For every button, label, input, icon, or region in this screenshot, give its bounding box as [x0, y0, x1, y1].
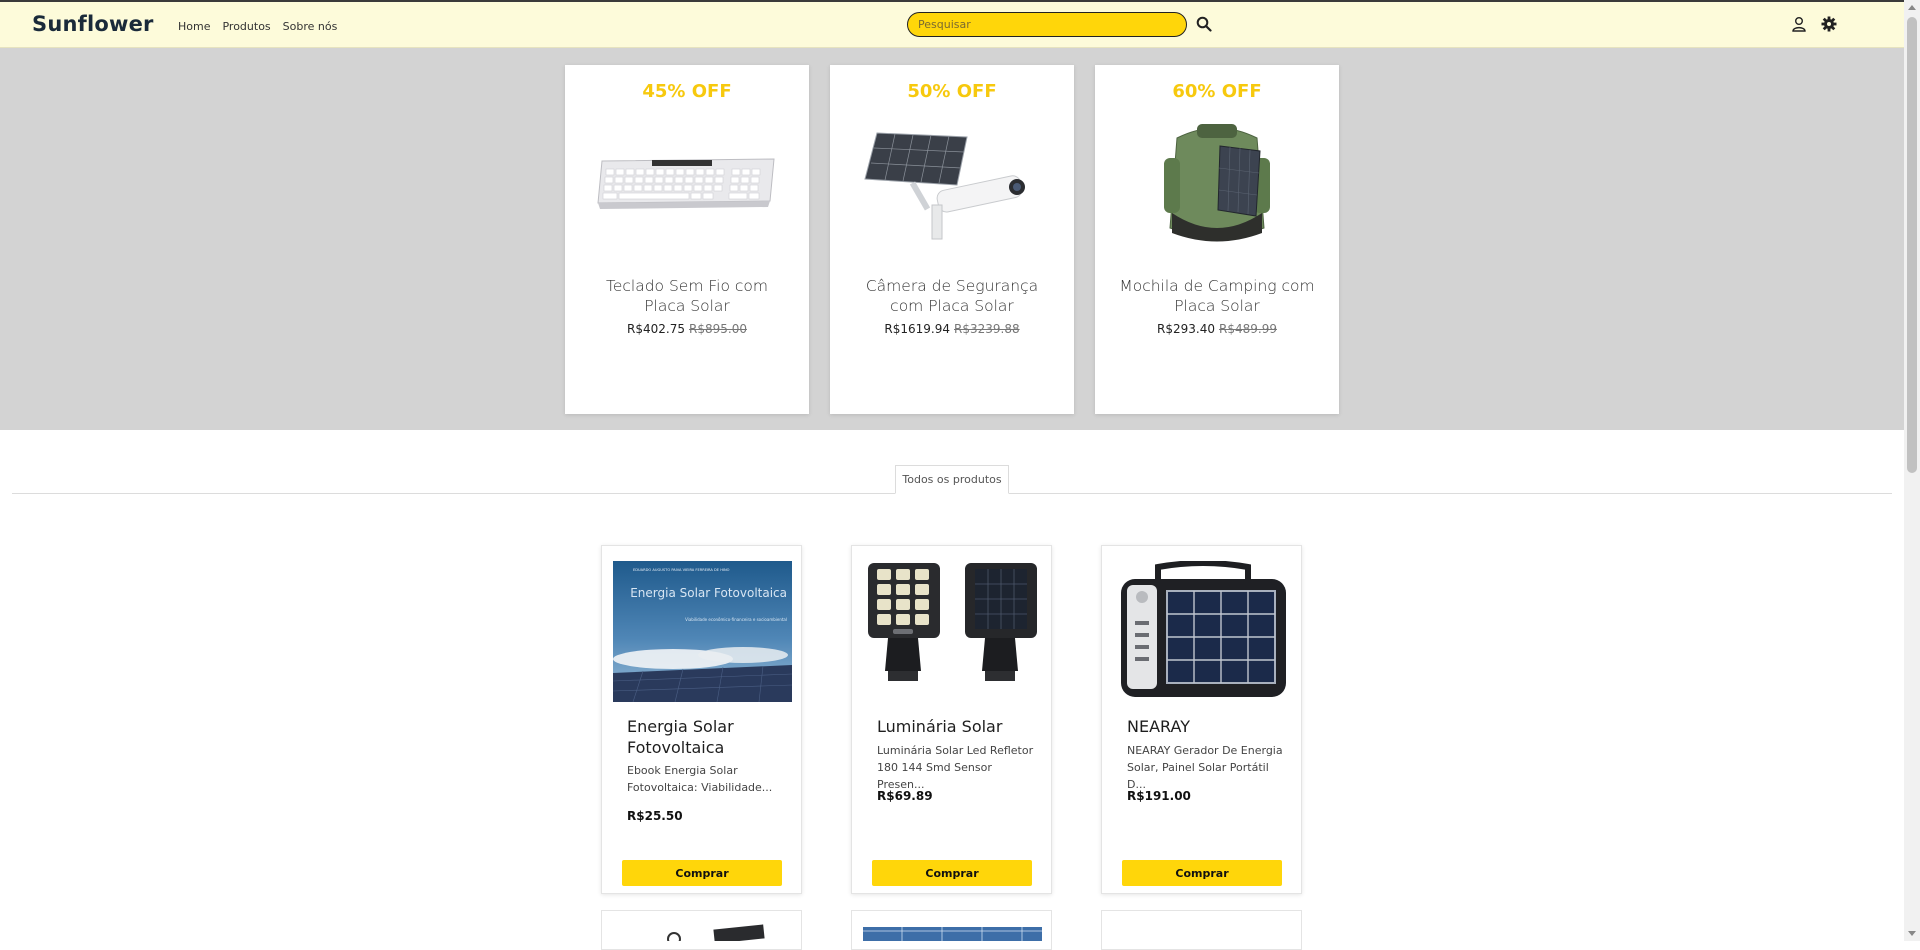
solar-lamp-image	[863, 561, 1042, 702]
product-card-partial	[851, 910, 1052, 950]
ebook-cover-image: EDUARDO AUGUSTO PAIVA VIEIRA FERREIRA DE…	[613, 561, 792, 702]
product-title: NEARAY	[1127, 717, 1190, 736]
discount-label: 60% OFF	[1172, 81, 1262, 102]
product-description: Ebook Energia Solar Fotovoltaica: Viabil…	[627, 764, 773, 794]
nav-link-home[interactable]: Home	[178, 20, 210, 33]
promo-price: R$1619.94	[884, 322, 950, 336]
promo-price: R$293.40	[1157, 322, 1215, 336]
product-title: Energia Solar Fotovoltaica	[627, 717, 734, 757]
product-card: Luminária Solar Luminária Solar Led Refl…	[851, 545, 1052, 894]
product-description: Luminária Solar Led Refletor 180 144 Smd…	[877, 744, 1034, 791]
tab-all-products[interactable]: Todos os produtos	[895, 465, 1009, 494]
product-description: NEARAY Gerador De Energia Solar, Painel …	[1127, 744, 1283, 791]
product-card: NEARAY NEARAY Gerador De Energia Solar, …	[1101, 545, 1302, 894]
promo-product-name: Teclado Sem Fio com Placa Solar	[606, 277, 768, 315]
ebook-cover-title: Energia Solar Fotovoltaica	[630, 586, 787, 600]
page-scrollbar[interactable]	[1904, 0, 1920, 941]
backpack-image	[1095, 108, 1339, 258]
promo-card[interactable]: 45% OFF Teclado Sem Fio com Placa Solar …	[565, 65, 809, 414]
promo-banner: 45% OFF Teclado Sem Fio com Placa Solar …	[0, 48, 1904, 430]
promo-price: R$402.75	[627, 322, 685, 336]
buy-button[interactable]: Comprar	[622, 860, 782, 886]
scrollbar-thumb[interactable]	[1907, 17, 1917, 473]
user-icon[interactable]	[1791, 16, 1807, 36]
promo-prices: R$1619.94 R$3239.88	[830, 322, 1074, 336]
ebook-cover-subtitle: Viabilidade econômico-financeira e socio…	[685, 617, 787, 622]
discount-label: 45% OFF	[642, 81, 732, 102]
buy-button[interactable]: Comprar	[872, 860, 1032, 886]
promo-prices: R$293.40 R$489.99	[1095, 322, 1339, 336]
product-card-partial	[1101, 910, 1302, 950]
search-icon[interactable]	[1196, 16, 1212, 36]
discount-label: 50% OFF	[907, 81, 997, 102]
scroll-up-arrow[interactable]	[1908, 5, 1916, 10]
product-card-partial	[601, 910, 802, 950]
promo-product-name: Mochila de Camping com Placa Solar	[1119, 277, 1315, 315]
scroll-down-arrow[interactable]	[1908, 931, 1916, 936]
promo-old-price: R$895.00	[689, 322, 747, 336]
navbar: Sunflower Home Produtos Sobre nós	[0, 2, 1904, 48]
promo-product-name: Câmera de Segurança com Placa Solar	[865, 277, 1039, 315]
product-price: R$191.00	[1127, 789, 1191, 803]
promo-old-price: R$489.99	[1219, 322, 1277, 336]
buy-button[interactable]: Comprar	[1122, 860, 1282, 886]
nav-link-sobre[interactable]: Sobre nós	[283, 20, 338, 33]
product-price: R$69.89	[877, 789, 933, 803]
ebook-cover-author: EDUARDO AUGUSTO PAIVA VIEIRA FERREIRA DE…	[633, 568, 730, 572]
solar-generator-image	[1113, 561, 1292, 702]
product-title: Luminária Solar	[877, 717, 1003, 736]
product-price: R$25.50	[627, 809, 683, 823]
promo-old-price: R$3239.88	[954, 322, 1020, 336]
promo-prices: R$402.75 R$895.00	[565, 322, 809, 336]
nav-links: Home Produtos Sobre nós	[178, 20, 337, 33]
keyboard-image	[565, 108, 809, 258]
nav-link-produtos[interactable]: Produtos	[222, 20, 270, 33]
search-input[interactable]	[907, 12, 1187, 37]
gear-icon[interactable]	[1821, 16, 1837, 36]
product-card: EDUARDO AUGUSTO PAIVA VIEIRA FERREIRA DE…	[601, 545, 802, 894]
promo-card[interactable]: 60% OFF Mochila de Camping com Placa Sol…	[1095, 65, 1339, 414]
promo-card[interactable]: 50% OFF Câmera de Segurança com Placa So…	[830, 65, 1074, 414]
security-camera-image	[830, 108, 1074, 258]
brand-logo[interactable]: Sunflower	[32, 12, 154, 36]
